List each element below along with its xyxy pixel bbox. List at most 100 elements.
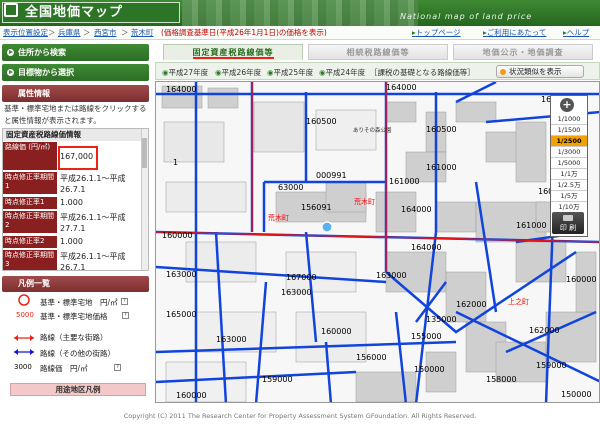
road-price-label: 150000	[561, 390, 592, 399]
logo-icon	[4, 3, 18, 17]
attribute-value: 平成26.1.1～平成26.7.1	[60, 252, 126, 270]
app-logo[interactable]: 全国地価マップ	[2, 2, 180, 23]
road-price-label: 165000	[166, 310, 197, 319]
road-price-label: 164000	[411, 243, 442, 252]
park-label: ありその森公園	[353, 126, 392, 134]
scale-option[interactable]: 1/1000	[551, 114, 587, 125]
legend-item-label: 基準・標準宅地価格	[40, 312, 108, 321]
legend-item-label: 路線価 円/㎡	[40, 364, 88, 373]
usage-info-link[interactable]: ご利用にあたって	[487, 28, 547, 37]
attribute-value: 平成26.1.1～平成26.7.1	[60, 174, 126, 194]
road-price-label: 163000	[376, 271, 407, 280]
scale-option[interactable]: 1/5000	[551, 158, 587, 169]
scale-option[interactable]: 1/1500	[551, 125, 587, 136]
print-label: 印 刷	[559, 224, 577, 232]
road-price-label: 160500	[306, 117, 337, 126]
tab-public-land-price[interactable]: 地価公示・地価調査	[453, 44, 593, 60]
help-link[interactable]: ヘルプ	[567, 28, 590, 37]
scale-option[interactable]: 1/3000	[551, 147, 587, 158]
road-price-label: 164000	[401, 205, 432, 214]
attribute-row: 時点修正率2 1.000	[3, 236, 141, 250]
tax-basis-option[interactable]: ［課税の基礎となる路線価等］	[370, 67, 475, 78]
road-price-label: 161000	[426, 163, 457, 172]
show-similar-status-button[interactable]: 状況類似を表示	[496, 65, 584, 78]
attribute-label: 時点修正率期間1	[3, 172, 57, 194]
road-price-label: 000991	[316, 171, 347, 180]
road-price-highlight	[58, 146, 98, 170]
road-price-label: 159000	[536, 361, 567, 370]
road-price-label: 162000	[529, 326, 560, 335]
road-price-label: 155000	[411, 332, 442, 341]
breadcrumb-separator: ＞	[121, 28, 129, 37]
breadcrumb-prefecture[interactable]: 兵庫県	[58, 27, 81, 38]
arrow-bullet-icon	[7, 69, 14, 76]
scale-option-selected[interactable]: 1/2500	[551, 136, 587, 147]
scale-option[interactable]: 1/5万	[551, 191, 587, 202]
help-question-icon[interactable]: ?	[121, 298, 128, 305]
legend-price-sample: 5000	[16, 311, 34, 319]
town-label: 荒木町	[354, 197, 375, 206]
header-skyline	[182, 0, 418, 26]
scale-option[interactable]: 1/2.5万	[551, 180, 587, 191]
road-price-label: 63000	[278, 183, 303, 192]
top-page-link[interactable]: トップページ	[416, 28, 461, 37]
legend-header: 凡例一覧	[2, 276, 149, 292]
road-price-label: 159000	[262, 375, 293, 384]
road-price-label: 161000	[516, 221, 547, 230]
address-search-button[interactable]: 住所から検索	[2, 44, 149, 61]
breadcrumb-separator: ＞	[83, 28, 91, 37]
attribute-info-title: 属性情報	[18, 89, 50, 98]
road-price-label: 161000	[389, 177, 420, 186]
legend-item-label: 路線（主要な街路）	[40, 333, 108, 342]
road-price-label: 160000	[176, 391, 207, 400]
year-option[interactable]: ◉平成26年度	[215, 67, 261, 78]
road-price-label: 156000	[356, 353, 387, 362]
attribute-label: 路線価 (円/㎡)	[3, 142, 57, 170]
zoom-in-button[interactable]: +	[560, 98, 574, 112]
breadcrumb-town[interactable]: 荒木町	[131, 27, 154, 38]
road-price-label: 1	[173, 158, 178, 167]
arrow-bullet-icon	[7, 49, 14, 56]
legend-title: 凡例一覧	[18, 279, 50, 288]
attribute-row: 時点修正率期間2 平成26.1.1～平成27.7.1	[3, 211, 141, 235]
tab-fixed-asset-road-price[interactable]: 固定資産税路線価等	[163, 44, 303, 60]
legend-item-label: 基準・標準宅地 円/㎡	[40, 298, 118, 307]
app-subtitle: National map of land price	[400, 12, 533, 21]
help-question-icon[interactable]: ?	[114, 364, 121, 371]
legend-road-price-sample: 3000	[14, 363, 32, 371]
attribute-row: 時点修正率期間3 平成26.1.1～平成26.7.1	[3, 250, 141, 270]
tab-inheritance-road-price[interactable]: 相続税路線価等	[308, 44, 448, 60]
attribute-value: 平成26.1.1～平成27.7.1	[60, 213, 126, 233]
town-label: 上之町	[508, 297, 529, 306]
scale-option[interactable]: 1/1万	[551, 169, 587, 180]
usage-district-legend-button[interactable]: 用途地区凡例	[10, 383, 146, 396]
road-price-label: 160000	[162, 231, 193, 240]
breadcrumb-city[interactable]: 西宮市	[94, 27, 117, 38]
attribute-info-header: 属性情報	[2, 85, 149, 102]
road-price-label: 164000	[386, 83, 417, 92]
road-price-label: 135000	[426, 315, 457, 324]
road-price-label: 160500	[426, 125, 457, 134]
year-option[interactable]: ◉平成27年度	[162, 67, 208, 78]
scrollbar-thumb[interactable]	[142, 138, 147, 168]
road-price-label: 160000	[566, 275, 597, 284]
breadcrumb-location-settings[interactable]: 表示位置設定	[3, 27, 48, 38]
land-point-circle-icon	[18, 294, 30, 306]
attribute-row: 時点修正率1 1.000	[3, 197, 141, 211]
print-button[interactable]: 印 刷	[552, 212, 584, 234]
map-canvas[interactable]: 164000 164000 160500 160500 161000 16100…	[156, 82, 600, 403]
road-price-label: 162000	[456, 300, 487, 309]
address-search-label: 住所から検索	[18, 48, 66, 57]
town-label: 荒木町	[268, 213, 289, 222]
year-option[interactable]: ◉平成25年度	[267, 67, 313, 78]
road-price-label: 163000	[166, 270, 197, 279]
help-question-icon[interactable]: ?	[122, 312, 129, 319]
location-pin-icon	[321, 221, 333, 233]
year-option[interactable]: ◉平成24年度	[319, 67, 365, 78]
land-price-map[interactable]: 164000 164000 160500 160500 161000 16100…	[155, 81, 600, 403]
tab-label: 固定資産税路線価等	[192, 48, 274, 59]
attribute-row: 時点修正率期間1 平成26.1.1～平成26.7.1	[3, 172, 141, 196]
landmark-select-button[interactable]: 目標物から選択	[2, 64, 149, 81]
road-price-label: 160000	[321, 327, 352, 336]
attribute-label: 時点修正率1	[3, 197, 57, 209]
